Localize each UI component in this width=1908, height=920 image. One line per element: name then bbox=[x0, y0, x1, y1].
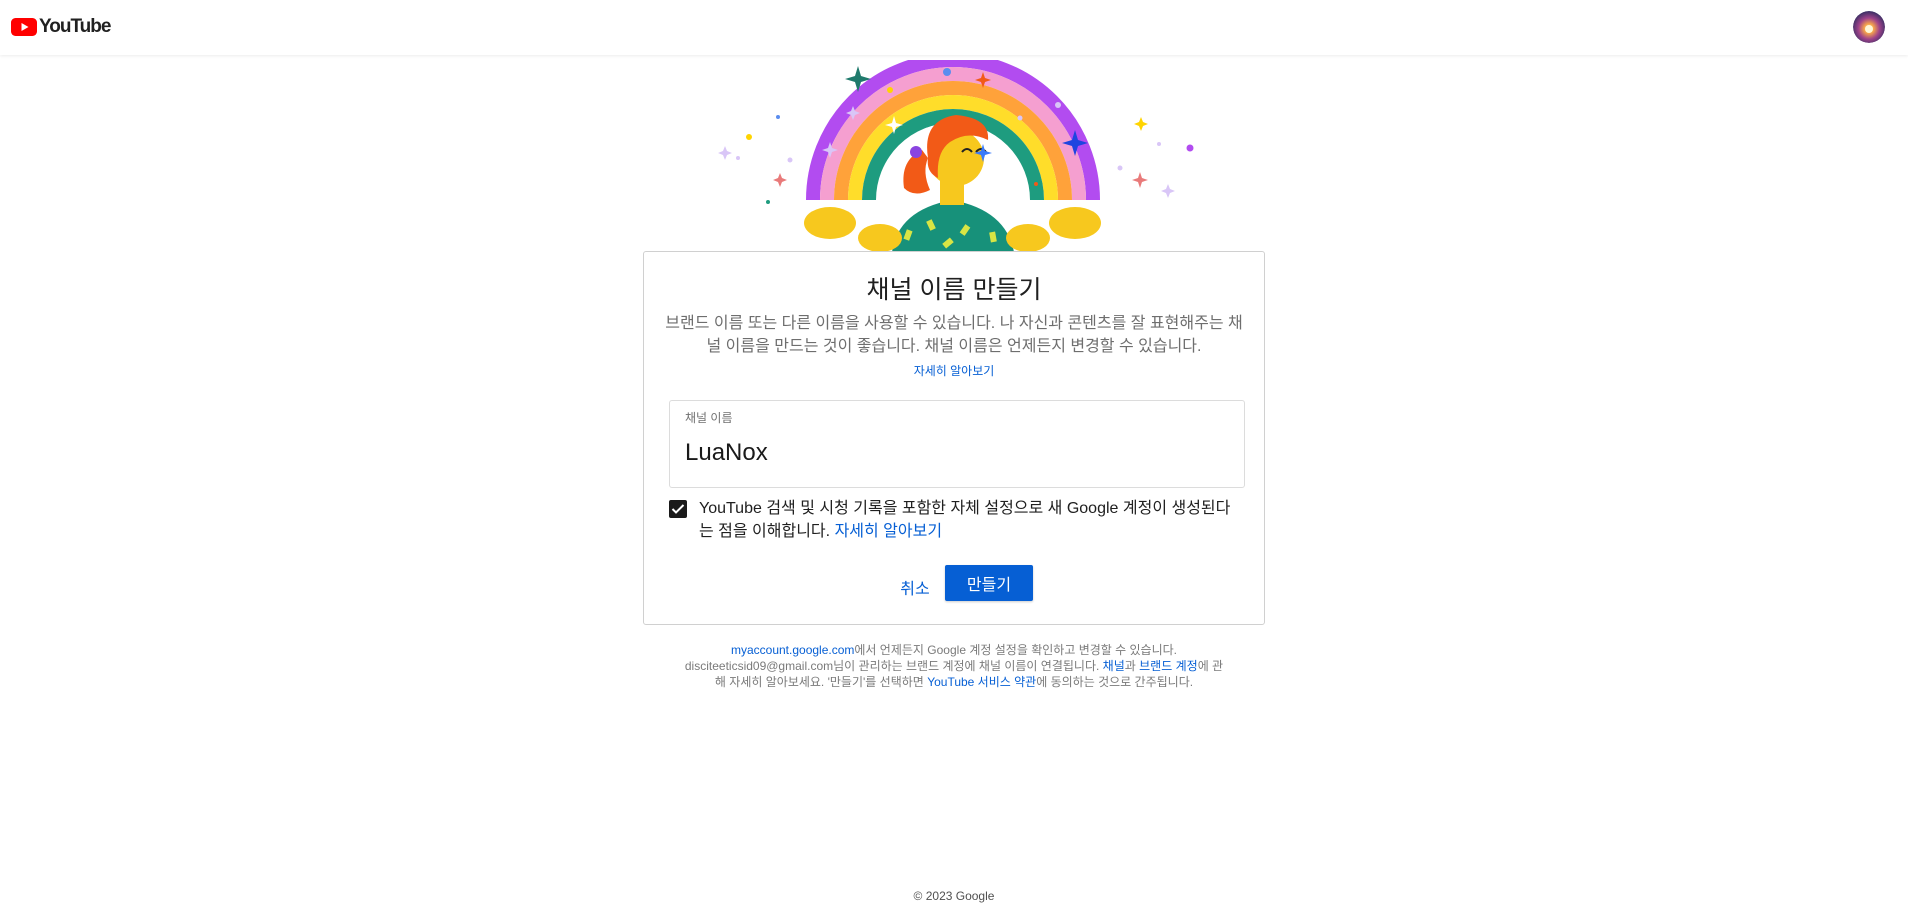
checkmark-icon bbox=[671, 504, 685, 514]
channel-name-label: 채널 이름 bbox=[685, 411, 733, 425]
copyright: © 2023 Google bbox=[913, 889, 995, 903]
create-button[interactable]: 만들기 bbox=[945, 565, 1033, 601]
channel-name-input[interactable] bbox=[685, 433, 1225, 473]
agree-learn-more-link[interactable]: 자세히 알아보기 bbox=[835, 523, 943, 540]
youtube-logo[interactable]: YouTube bbox=[11, 16, 111, 38]
page-title: 채널 이름 만들기 bbox=[866, 276, 1042, 304]
learn-more-link[interactable]: 자세히 알아보기 bbox=[644, 362, 1264, 379]
myaccount-link[interactable]: myaccount.google.com bbox=[731, 643, 854, 657]
rainbow-celebration-illustration bbox=[700, 53, 1210, 252]
terms-of-service-link[interactable]: YouTube 서비스 약관 bbox=[927, 675, 1036, 689]
cancel-button[interactable]: 취소 bbox=[885, 569, 945, 605]
top-bar: YouTube bbox=[0, 0, 1908, 55]
channel-name-field[interactable]: 채널 이름 bbox=[669, 400, 1245, 488]
agree-text: YouTube 검색 및 시청 기록을 포함한 자체 설정으로 새 Google… bbox=[699, 497, 1239, 543]
footnote: myaccount.google.com에서 언제든지 Google 계정 설정… bbox=[684, 642, 1224, 690]
card-description: 브랜드 이름 또는 다른 이름을 사용할 수 있습니다. 나 자신과 콘텐츠를 … bbox=[665, 315, 1243, 355]
channel-link[interactable]: 채널 bbox=[1103, 659, 1125, 673]
youtube-logo-text: YouTube bbox=[39, 16, 111, 37]
agree-text-body: YouTube 검색 및 시청 기록을 포함한 자체 설정으로 새 Google… bbox=[699, 500, 1231, 540]
account-avatar[interactable] bbox=[1853, 11, 1885, 43]
youtube-play-icon bbox=[11, 18, 37, 36]
brand-account-link[interactable]: 브랜드 계정 bbox=[1139, 659, 1198, 673]
create-channel-card: 채널 이름 만들기 브랜드 이름 또는 다른 이름을 사용할 수 있습니다. 나… bbox=[643, 251, 1265, 625]
footnote-text-2: 과 bbox=[1124, 659, 1140, 673]
footnote-text-4: 에 동의하는 것으로 간주됩니다. bbox=[1036, 675, 1194, 689]
agree-checkbox[interactable] bbox=[669, 500, 687, 518]
